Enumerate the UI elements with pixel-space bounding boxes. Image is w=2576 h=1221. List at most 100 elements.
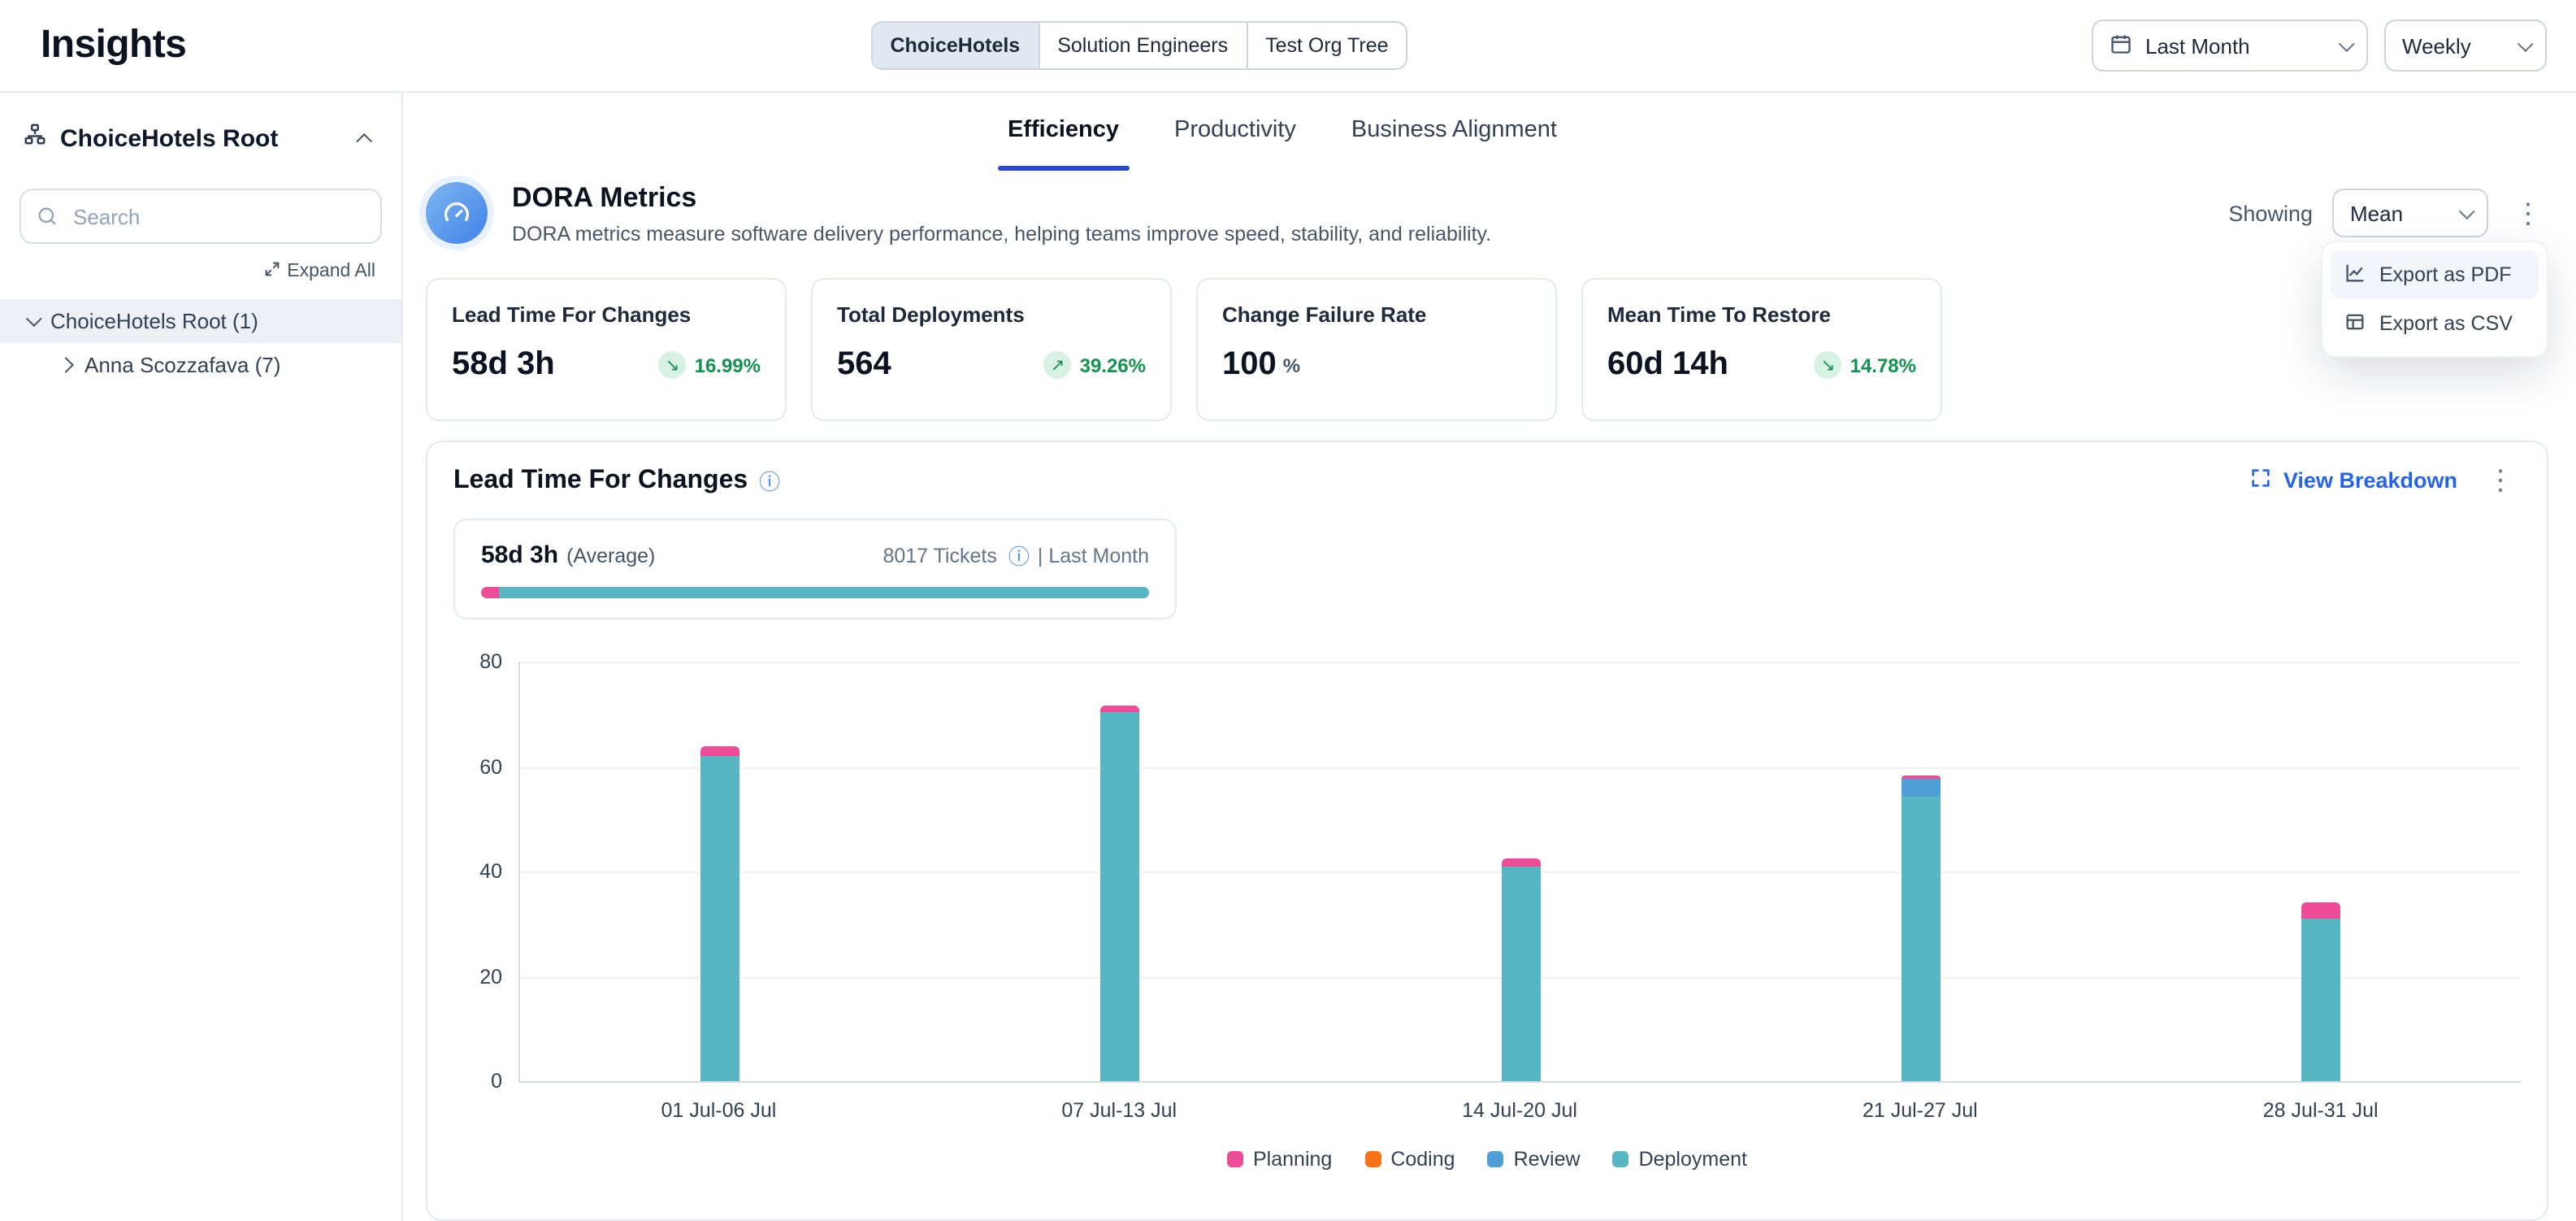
legend-item-coding[interactable]: Coding bbox=[1364, 1148, 1455, 1171]
legend-label: Deployment bbox=[1639, 1148, 1747, 1171]
legend-item-review[interactable]: Review bbox=[1488, 1148, 1581, 1171]
legend-label: Coding bbox=[1390, 1148, 1455, 1171]
metric-card-value-row: 100 % bbox=[1222, 346, 1531, 384]
expand-all-button[interactable]: Expand All bbox=[0, 254, 401, 299]
lead-time-card: Lead Time For Changes ⓘ View Breakdown ⋮ bbox=[426, 441, 2548, 1221]
sidebar-collapse-button[interactable] bbox=[354, 117, 379, 159]
lead-time-kebab-menu-button[interactable]: ⋮ bbox=[2480, 467, 2521, 494]
search-icon bbox=[36, 205, 59, 236]
metric-card-value: 564 bbox=[837, 346, 891, 384]
metric-card-value: 60d 14h bbox=[1607, 346, 1728, 384]
stacked-bar-4 bbox=[1901, 776, 1940, 1081]
metric-card-value-row: 564 ↗ 39.26% bbox=[837, 346, 1146, 384]
metric-card-total-deployments: Total Deployments 564 ↗ 39.26% bbox=[811, 278, 1172, 421]
view-breakdown-label: View Breakdown bbox=[2283, 468, 2457, 493]
stacked-bar-3 bbox=[1501, 858, 1540, 1081]
main-layout: ChoiceHotels Root Expand All bbox=[0, 93, 2576, 1221]
metric-cards: Lead Time For Changes 58d 3h ↘ 16.99% To… bbox=[426, 278, 2548, 421]
org-tree-icon bbox=[23, 122, 47, 154]
tree-node-anna-scozzafava[interactable]: Anna Scozzafava (7) bbox=[0, 343, 401, 387]
average-label: (Average) bbox=[566, 544, 655, 567]
info-icon[interactable]: ⓘ bbox=[759, 465, 780, 496]
gridline bbox=[520, 662, 2521, 663]
metric-card-value: 100 bbox=[1222, 346, 1277, 384]
view-breakdown-button[interactable]: View Breakdown bbox=[2249, 467, 2457, 494]
phase-progress-bar bbox=[481, 587, 1149, 598]
legend-item-deployment[interactable]: Deployment bbox=[1613, 1148, 1747, 1171]
metric-card-value-row: 60d 14h ↘ 14.78% bbox=[1607, 346, 1916, 384]
chevron-down-icon bbox=[2339, 35, 2355, 51]
chevron-down-icon bbox=[2459, 202, 2475, 219]
view-tabs: Efficiency Productivity Business Alignme… bbox=[403, 93, 2576, 171]
metric-card-value: 58d 3h bbox=[452, 346, 555, 384]
metric-card-title: Lead Time For Changes bbox=[452, 302, 761, 327]
dora-gauge-icon bbox=[426, 182, 488, 244]
line-chart-icon bbox=[2344, 261, 2366, 289]
legend-label: Planning bbox=[1253, 1148, 1332, 1171]
content-inner: DORA Metrics DORA metrics measure softwa… bbox=[403, 180, 2576, 1221]
org-tab-solution-engineers[interactable]: Solution Engineers bbox=[1039, 23, 1247, 68]
chevron-down-icon bbox=[2517, 35, 2534, 51]
x-tick-label: 07 Jul-13 Jul bbox=[919, 1099, 1320, 1122]
top-bar-controls: Last Month Weekly bbox=[1717, 20, 2547, 72]
lead-time-summary-row: 58d 3h (Average) 8017 Tickets ⓘ | Last M… bbox=[481, 540, 1149, 571]
chevron-right-icon[interactable] bbox=[58, 357, 74, 373]
y-tick-label: 0 bbox=[491, 1070, 502, 1093]
chevron-down-icon[interactable] bbox=[26, 311, 42, 327]
export-csv-menu-item[interactable]: Export as CSV bbox=[2331, 299, 2539, 348]
y-tick-label: 60 bbox=[479, 755, 502, 778]
tab-business-alignment[interactable]: Business Alignment bbox=[1351, 117, 1557, 171]
period-select[interactable]: Last Month bbox=[2092, 20, 2368, 72]
chart-plot bbox=[518, 662, 2521, 1083]
sidebar-search bbox=[20, 189, 382, 244]
top-bar: Insights ChoiceHotels Solution Engineers… bbox=[0, 0, 2576, 93]
dora-kebab-menu-button[interactable]: ⋮ bbox=[2508, 199, 2548, 227]
chart-x-labels: 01 Jul-06 Jul07 Jul-13 Jul14 Jul-20 Jul2… bbox=[518, 1099, 2521, 1122]
trend-down-arrow-icon: ↘ bbox=[1815, 351, 1842, 379]
stacked-bar-5 bbox=[2301, 902, 2340, 1081]
table-icon bbox=[2344, 310, 2366, 337]
export-pdf-label: Export as PDF bbox=[2379, 263, 2512, 286]
sidebar: ChoiceHotels Root Expand All bbox=[0, 93, 403, 1221]
expand-all-icon bbox=[262, 260, 280, 283]
lead-time-actions: View Breakdown ⋮ bbox=[2249, 467, 2521, 494]
tree-node-root[interactable]: ChoiceHotels Root (1) bbox=[0, 299, 401, 343]
lead-time-header: Lead Time For Changes ⓘ View Breakdown ⋮ bbox=[453, 465, 2521, 496]
progress-segment-planning bbox=[481, 587, 499, 598]
org-tab-choicehotels[interactable]: ChoiceHotels bbox=[872, 23, 1039, 68]
export-pdf-menu-item[interactable]: Export as PDF bbox=[2331, 250, 2539, 299]
average-value: 58d 3h bbox=[481, 541, 558, 569]
lead-time-chart: 020406080 bbox=[453, 662, 2521, 1083]
showing-label: Showing bbox=[2228, 201, 2313, 225]
stacked-bar-2 bbox=[1101, 706, 1140, 1081]
aggregation-select[interactable]: Mean bbox=[2332, 189, 2488, 237]
org-switcher: ChoiceHotels Solution Engineers Test Org… bbox=[870, 21, 1407, 70]
summary-meta: 8017 Tickets ⓘ | Last Month bbox=[883, 540, 1149, 571]
bar-segment-deployment bbox=[700, 756, 739, 1081]
y-tick-label: 80 bbox=[479, 650, 502, 673]
org-tab-test-org-tree[interactable]: Test Org Tree bbox=[1247, 23, 1406, 68]
bar-segment-planning bbox=[2301, 902, 2340, 919]
metric-card-change-failure-rate: Change Failure Rate 100 % bbox=[1196, 278, 1557, 421]
chart-legend: Planning Coding Review Deployment bbox=[453, 1148, 2521, 1171]
expand-corners-icon bbox=[2249, 467, 2272, 494]
tab-productivity[interactable]: Productivity bbox=[1174, 117, 1296, 171]
legend-swatch bbox=[1364, 1151, 1381, 1167]
expand-all-label: Expand All bbox=[287, 262, 375, 281]
legend-item-planning[interactable]: Planning bbox=[1227, 1148, 1332, 1171]
tab-efficiency[interactable]: Efficiency bbox=[1008, 117, 1119, 171]
metric-card-mean-time-to-restore: Mean Time To Restore 60d 14h ↘ 14.78% bbox=[1581, 278, 1942, 421]
x-tick-label: 01 Jul-06 Jul bbox=[518, 1099, 919, 1122]
metric-card-title: Change Failure Rate bbox=[1222, 302, 1531, 327]
x-tick-label: 14 Jul-20 Jul bbox=[1320, 1099, 1720, 1122]
sidebar-root-title: ChoiceHotels Root bbox=[60, 124, 278, 152]
granularity-select[interactable]: Weekly bbox=[2384, 20, 2547, 72]
bar-segment-deployment bbox=[1101, 711, 1140, 1081]
bar-segment-planning bbox=[700, 747, 739, 757]
search-input[interactable] bbox=[20, 189, 382, 244]
dora-titles: DORA Metrics DORA metrics measure softwa… bbox=[512, 180, 1491, 246]
info-icon[interactable]: ⓘ bbox=[1008, 540, 1030, 571]
delta-value: 16.99% bbox=[695, 354, 761, 376]
delta-badge: ↘ 16.99% bbox=[659, 351, 761, 379]
bar-segment-planning bbox=[1101, 706, 1140, 712]
